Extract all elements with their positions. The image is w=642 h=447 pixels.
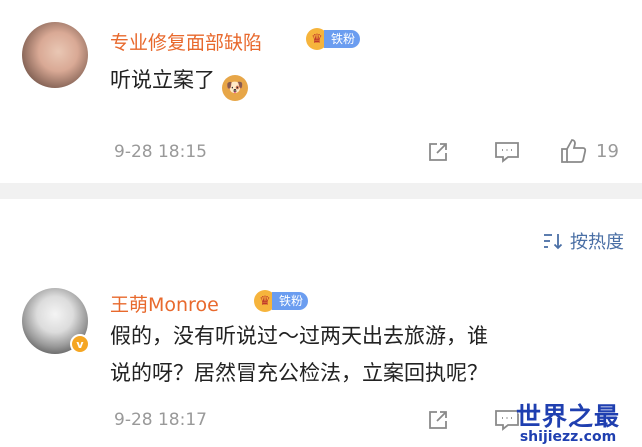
sort-label: 按热度 (570, 232, 624, 253)
timestamp: 9-28 18:15 (114, 142, 207, 162)
comment-icon (495, 142, 519, 163)
verified-badge: v (70, 334, 90, 354)
section-divider (0, 183, 642, 199)
avatar[interactable] (22, 22, 88, 88)
fan-badge[interactable]: ♛ 铁粉 (254, 290, 309, 312)
watermark: 世界之最 shijiezz.com (504, 397, 632, 445)
share-icon (429, 143, 447, 161)
timestamp: 9-28 18:17 (114, 410, 207, 430)
sort-icon (544, 234, 563, 250)
watermark-url: shijiezz.com (519, 429, 617, 445)
comment-text: 听说立案了 🐶 (110, 62, 610, 101)
comment-text-line: 假的，没有听说过～过两天出去旅游，谁 (110, 324, 488, 348)
sort-toggle[interactable]: 按热度 (542, 228, 624, 254)
watermark-title: 世界之最 (515, 402, 620, 431)
share-icon (429, 411, 447, 429)
share-button[interactable] (426, 140, 450, 164)
comment-button[interactable] (494, 140, 520, 164)
fan-badge-label: 铁粉 (272, 292, 309, 310)
comment-text-line: 说的呀？居然冒充公检法，立案回执呢？ (110, 361, 488, 385)
fan-badge[interactable]: ♛ 铁粉 (306, 28, 361, 50)
comment-text: 假的，没有听说过～过两天出去旅游，谁 说的呀？居然冒充公检法，立案回执呢？ (110, 318, 610, 392)
fan-badge-label: 铁粉 (324, 30, 361, 48)
doge-emoji-icon: 🐶 (221, 75, 248, 101)
comment-text-content: 听说立案了 (110, 68, 215, 92)
share-button[interactable] (426, 408, 450, 432)
like-count: 19 (596, 140, 619, 162)
like-icon (561, 139, 587, 163)
like-button[interactable]: 19 (560, 138, 619, 164)
username[interactable]: 王萌Monroe (110, 290, 219, 317)
username[interactable]: 专业修复面部缺陷 (110, 28, 262, 55)
